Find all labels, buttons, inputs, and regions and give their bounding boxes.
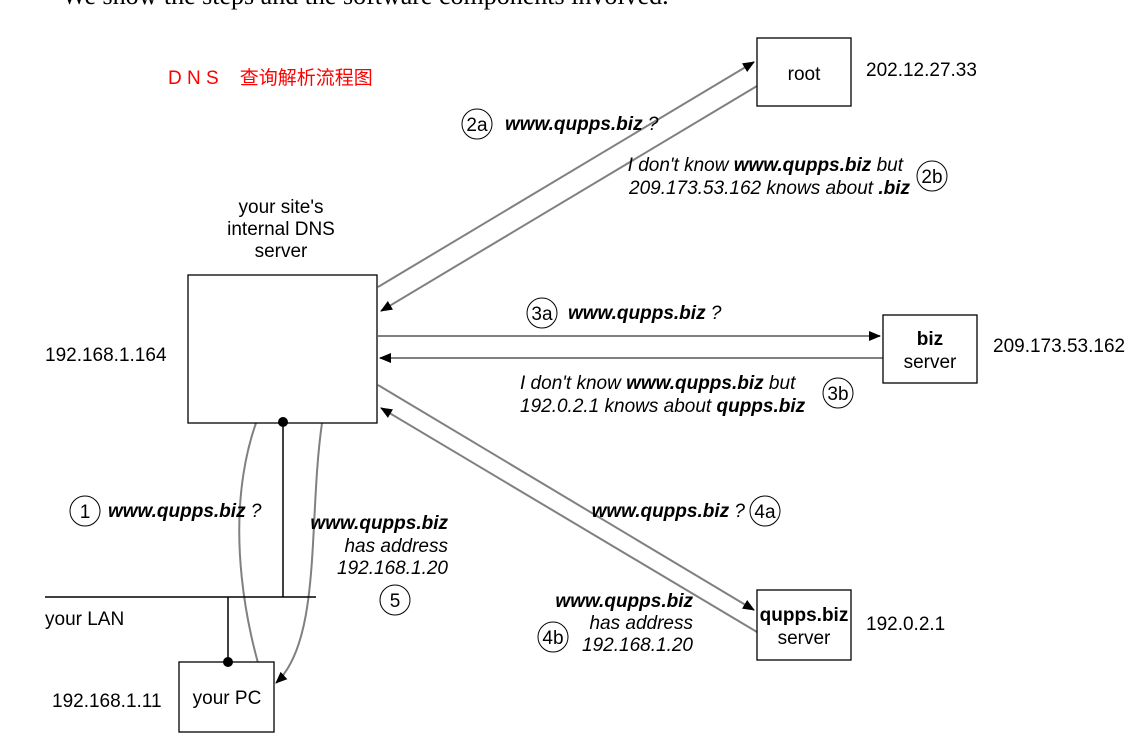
qupps-ip: 192.0.2.1 <box>866 614 945 635</box>
step-3b-line2: 192.0.2.1 knows about qupps.biz <box>520 396 806 417</box>
root-label: root <box>788 64 821 85</box>
pc-label: your PC <box>193 688 262 709</box>
diagram-title: D N S 查询解析流程图 <box>168 67 373 89</box>
step-4b-line2: has address <box>589 613 693 634</box>
step-2b-num: 2b <box>921 167 942 188</box>
step-3b-num: 3b <box>827 384 848 405</box>
lan-label: your LAN <box>45 609 124 630</box>
step-2a-text: www.qupps.biz ? <box>505 114 659 135</box>
step-1-text: www.qupps.biz ? <box>108 501 262 522</box>
dns-ip: 192.168.1.164 <box>45 345 167 366</box>
step-4b-line3: 192.168.1.20 <box>582 635 693 656</box>
step-4b-line1: www.qupps.biz <box>555 591 693 612</box>
step-4a-num: 4a <box>754 502 776 523</box>
biz-label: server <box>904 352 957 373</box>
step-2b-line1: I don't know www.qupps.biz but <box>628 155 904 176</box>
step-2a-num: 2a <box>466 115 488 136</box>
root-ip: 202.12.27.33 <box>866 60 977 81</box>
dns-resolution-diagram: We show the steps and the software compo… <box>45 0 1125 733</box>
step-5-num: 5 <box>390 591 401 612</box>
dns-label-1: your site's <box>239 197 324 218</box>
dns-label-2: internal DNS <box>227 219 335 240</box>
step-3b-line1: I don't know www.qupps.biz but <box>520 373 796 394</box>
step-4b-num: 4b <box>542 628 563 649</box>
step-2b-line2: 209.173.53.162 knows about .biz <box>628 178 910 199</box>
step-3a-num: 3a <box>531 304 553 325</box>
qupps-label-bold: qupps.biz <box>760 605 849 626</box>
step-4a-text: www.qupps.biz ? <box>592 501 746 522</box>
step-3a-text: www.qupps.biz ? <box>568 303 722 324</box>
qupps-label: server <box>778 628 831 649</box>
dns-server-box <box>187 274 378 424</box>
dns-lan-dot <box>278 417 288 427</box>
step-5-line2: has address <box>344 536 448 557</box>
biz-label-bold: biz <box>917 329 943 350</box>
pc-lan-dot <box>223 657 233 667</box>
step-1-num: 1 <box>80 502 91 523</box>
pc-ip: 192.168.1.11 <box>52 691 162 712</box>
dns-label-3: server <box>255 241 308 262</box>
header-cut-text: We show the steps and the software compo… <box>62 0 669 10</box>
step-5-line1: www.qupps.biz <box>310 513 448 534</box>
biz-ip: 209.173.53.162 <box>993 336 1125 357</box>
step-5-line3: 192.168.1.20 <box>337 558 448 579</box>
